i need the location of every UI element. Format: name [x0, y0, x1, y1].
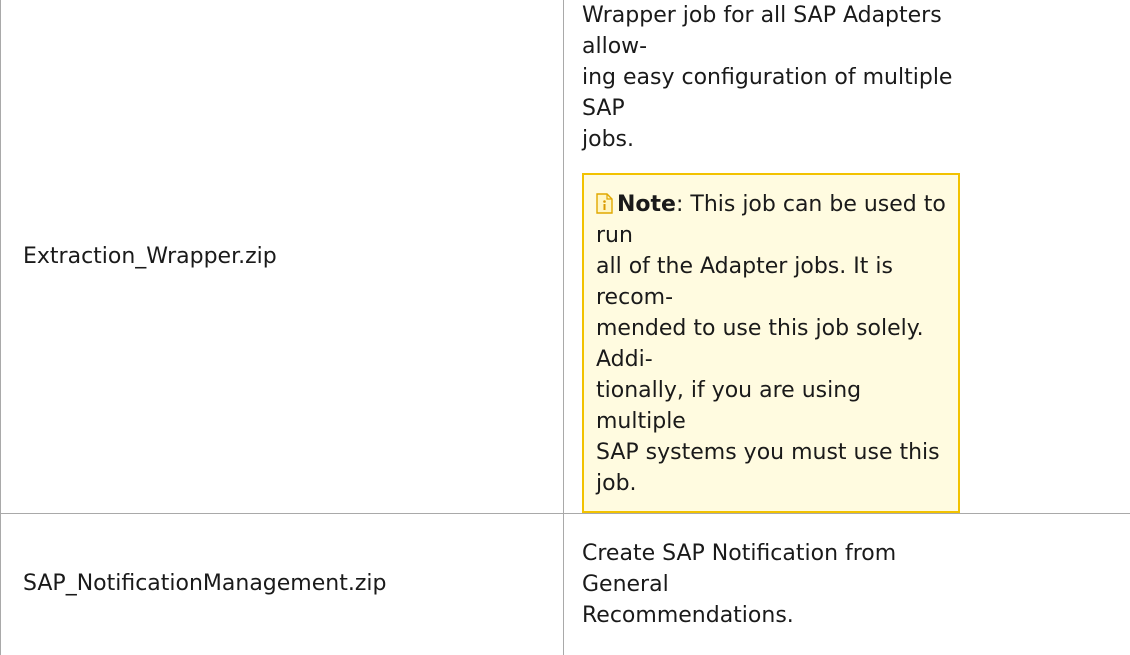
- description-text: Wrapper job for all SAP Adapters allow- …: [582, 0, 954, 155]
- description-line: Wrapper job for all SAP Adapters allow-: [582, 0, 954, 62]
- table-row: Extraction_Wrapper.zip Wrapper job for a…: [1, 0, 1130, 514]
- note-callout: Note: This job can be used to run all of…: [582, 173, 960, 513]
- description-line: jobs.: [582, 124, 954, 155]
- note-line: all of the Adapter jobs. It is recom-: [596, 251, 948, 313]
- table-row: SAP_NotificationManagement.zip Create SA…: [1, 514, 1130, 655]
- file-cell: SAP_NotificationManagement.zip: [1, 514, 564, 655]
- note-label: Note: [617, 192, 676, 217]
- note-separator: :: [676, 192, 690, 217]
- file-cell: Extraction_Wrapper.zip: [1, 0, 564, 514]
- description-cell: Wrapper job for all SAP Adapters allow- …: [564, 0, 1130, 514]
- file-description-table: Extraction_Wrapper.zip Wrapper job for a…: [0, 0, 1130, 655]
- description-cell: Create SAP Notification from General Rec…: [564, 514, 1130, 655]
- note-line: tionally, if you are using multiple: [596, 375, 948, 437]
- description-line: ing easy configuration of multiple SAP: [582, 62, 954, 124]
- file-name: Extraction_Wrapper.zip: [1, 242, 563, 272]
- description-text: Create SAP Notification from General Rec…: [582, 538, 972, 631]
- file-name: SAP_NotificationManagement.zip: [1, 569, 563, 599]
- note-line: SAP systems you must use this job.: [596, 437, 948, 499]
- description-line: Create SAP Notification from General: [582, 538, 972, 600]
- note-icon: [596, 193, 613, 214]
- description-line: Recommendations.: [582, 600, 972, 631]
- note-line: mended to use this job solely. Addi-: [596, 313, 948, 375]
